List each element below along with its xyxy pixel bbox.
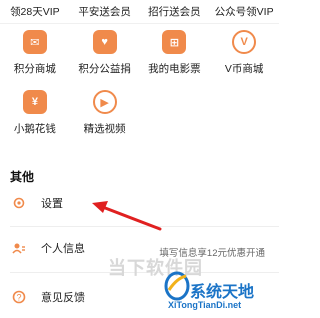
person-icon <box>11 240 27 256</box>
svg-text:?: ? <box>16 293 21 303</box>
grid-item-goose-pay[interactable]: ¥ 小鹅花钱 <box>0 90 70 136</box>
grid-item-label: V币商城 <box>224 63 264 75</box>
section-title-other: 其他 <box>10 170 35 184</box>
grid-item-label: 小鹅花钱 <box>13 123 56 135</box>
list-item-label: 意见反馈 <box>41 292 85 304</box>
grid-item-points-mall[interactable]: ✉ 积分商城 <box>0 30 70 76</box>
watermark-title: 系统天地 <box>190 284 255 301</box>
vip-promo-28day[interactable]: 领28天VIP <box>0 4 70 19</box>
list-item-settings[interactable]: 设置 <box>0 189 279 217</box>
donate-icon: ♥ <box>92 30 117 54</box>
vcoin-icon: V <box>232 30 257 54</box>
grid-item-videos[interactable]: ▶ 精选视频 <box>70 90 140 136</box>
shop-icon: ✉ <box>22 30 47 54</box>
feature-grid: ✉ 积分商城 ♥ 积分公益捐 ⊞ 我的电影票 V V币商城 ¥ 小鹅花钱 ▶ 精… <box>0 30 279 150</box>
gear-icon <box>11 195 27 211</box>
grid-item-label: 精选视频 <box>83 123 126 135</box>
grid-item-donate[interactable]: ♥ 积分公益捐 <box>70 30 140 76</box>
goose-icon: ¥ <box>22 90 47 114</box>
vip-promo-wechat[interactable]: 公众号领VIP <box>209 4 279 19</box>
divider <box>10 226 279 227</box>
watermark-url: XiTongTianDi.net <box>168 300 242 310</box>
grid-item-label: 积分公益捐 <box>78 63 131 75</box>
grid-item-movie-tickets[interactable]: ⊞ 我的电影票 <box>140 30 210 76</box>
vip-promo-cmb[interactable]: 招行送会员 <box>140 4 210 19</box>
vip-promo-row: 领28天VIP 平安送会员 招行送会员 公众号领VIP <box>0 0 279 24</box>
list-item-label: 设置 <box>41 198 63 210</box>
ticket-icon: ⊞ <box>162 30 187 54</box>
grid-item-label: 我的电影票 <box>148 63 201 75</box>
vip-promo-pingan[interactable]: 平安送会员 <box>70 4 140 19</box>
video-icon: ▶ <box>92 90 117 114</box>
grid-item-label: 积分商城 <box>13 63 56 75</box>
watermark-logo-icon <box>164 271 190 301</box>
grid-item-vcoin-mall[interactable]: V V币商城 <box>209 30 279 76</box>
list-item-label: 个人信息 <box>41 243 85 255</box>
feedback-icon: ? <box>11 289 27 305</box>
